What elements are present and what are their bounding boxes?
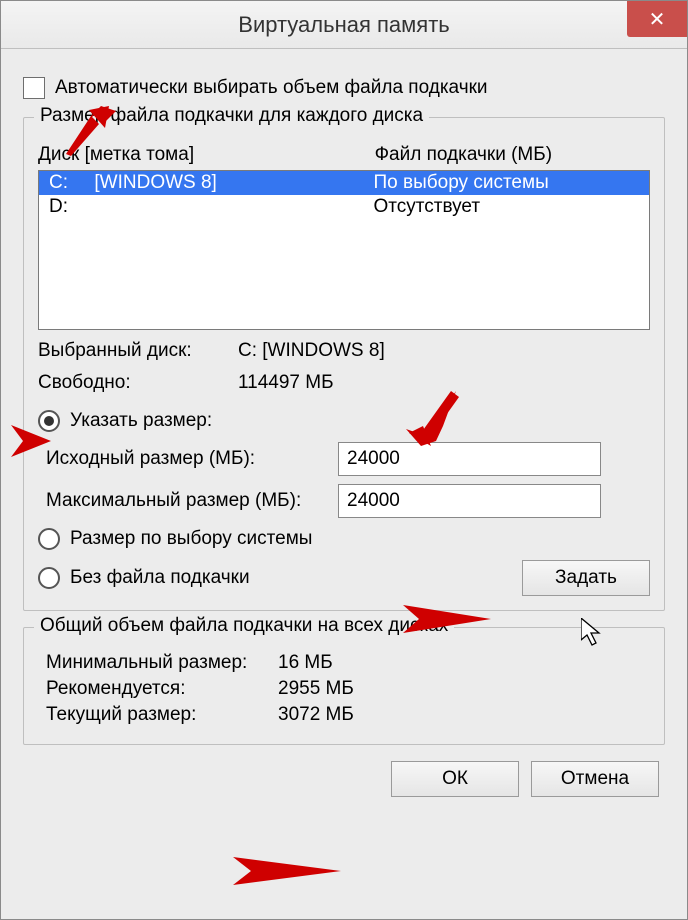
list-item[interactable]: C: [WINDOWS 8] По выбору системы bbox=[39, 171, 649, 195]
custom-size-radio[interactable] bbox=[38, 410, 60, 432]
titlebar: Виртуальная память ✕ bbox=[1, 1, 687, 49]
virtual-memory-dialog: Виртуальная память ✕ Автоматически выбир… bbox=[0, 0, 688, 920]
list-cell-file: По выбору системы bbox=[374, 172, 640, 194]
no-pagefile-radio[interactable] bbox=[38, 567, 60, 589]
auto-manage-checkbox[interactable] bbox=[23, 77, 45, 99]
max-size-input[interactable] bbox=[338, 484, 601, 518]
cancel-button[interactable]: Отмена bbox=[531, 761, 659, 797]
totals-group: Общий объем файла подкачки на всех диска… bbox=[23, 627, 665, 745]
drive-listbox[interactable]: C: [WINDOWS 8] По выбору системы D: Отсу… bbox=[38, 170, 650, 330]
max-size-label: Максимальный размер (МБ): bbox=[38, 490, 338, 512]
annotation-arrow bbox=[231, 851, 351, 891]
no-pagefile-label: Без файла подкачки bbox=[70, 567, 250, 589]
recommended-label: Рекомендуется: bbox=[38, 678, 278, 700]
min-size-value: 16 МБ bbox=[278, 652, 650, 674]
window-title: Виртуальная память bbox=[238, 12, 449, 38]
current-size-label: Текущий размер: bbox=[38, 704, 278, 726]
initial-size-input[interactable] bbox=[338, 442, 601, 476]
min-size-label: Минимальный размер: bbox=[38, 652, 278, 674]
col-header-file: Файл подкачки (МБ) bbox=[375, 144, 650, 166]
list-cell-file: Отсутствует bbox=[374, 196, 640, 218]
initial-size-label: Исходный размер (МБ): bbox=[38, 448, 338, 470]
list-cell-drive: C: [WINDOWS 8] bbox=[49, 172, 374, 194]
selected-drive-label: Выбранный диск: bbox=[38, 340, 238, 362]
totals-group-legend: Общий объем файла подкачки на всех диска… bbox=[34, 615, 454, 637]
selected-drive-value: C: [WINDOWS 8] bbox=[238, 340, 650, 362]
list-item[interactable]: D: Отсутствует bbox=[39, 195, 649, 219]
list-cell-drive: D: bbox=[49, 196, 374, 218]
close-button[interactable]: ✕ bbox=[627, 1, 687, 37]
system-size-label: Размер по выбору системы bbox=[70, 528, 312, 550]
close-icon: ✕ bbox=[649, 7, 666, 32]
custom-size-label: Указать размер: bbox=[70, 410, 212, 432]
set-button[interactable]: Задать bbox=[522, 560, 650, 596]
free-space-value: 114497 МБ bbox=[238, 372, 650, 394]
system-size-radio[interactable] bbox=[38, 528, 60, 550]
ok-button[interactable]: ОК bbox=[391, 761, 519, 797]
recommended-value: 2955 МБ bbox=[278, 678, 650, 700]
col-header-drive: Диск [метка тома] bbox=[38, 144, 375, 166]
drives-group: Размер файла подкачки для каждого диска … bbox=[23, 117, 665, 611]
free-space-label: Свободно: bbox=[38, 372, 238, 394]
current-size-value: 3072 МБ bbox=[278, 704, 650, 726]
drives-group-legend: Размер файла подкачки для каждого диска bbox=[34, 105, 429, 127]
auto-manage-label: Автоматически выбирать объем файла подка… bbox=[55, 77, 488, 99]
